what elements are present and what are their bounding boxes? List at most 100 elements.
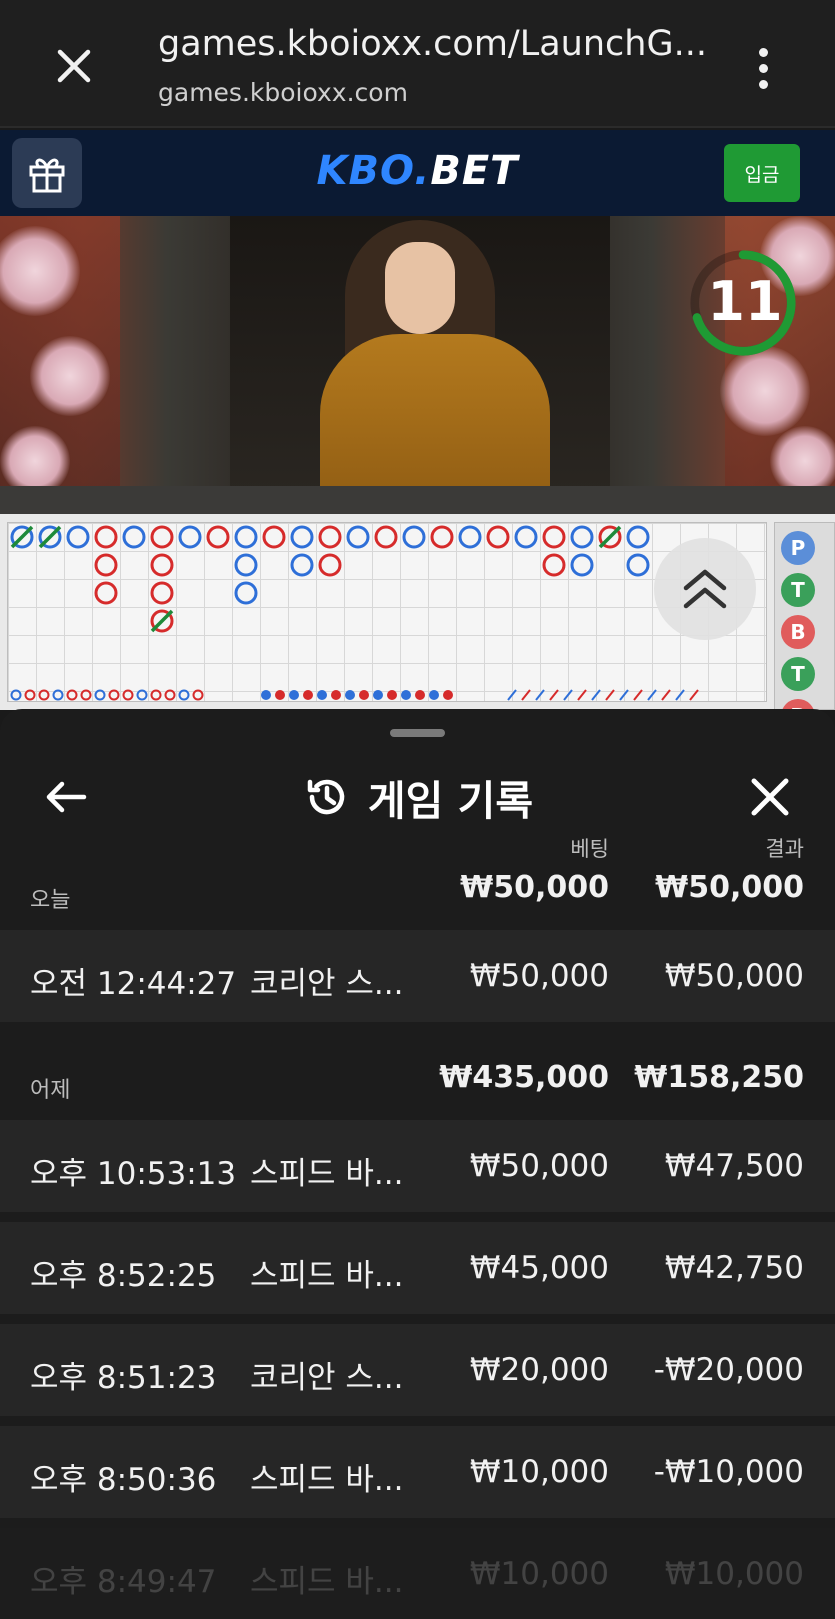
- road-bead: [94, 553, 118, 577]
- derived-road-mark: [164, 689, 176, 701]
- row-time: 오전 12:44:27: [30, 966, 237, 1002]
- road-bead: [346, 525, 370, 549]
- row-result: ₩50,000: [664, 958, 804, 994]
- derived-road-mark: [192, 689, 204, 701]
- history-row[interactable]: 오후 8:49:47 스피드 바... ₩10,000 ₩10,000: [0, 1528, 835, 1619]
- road-bead: [150, 525, 174, 549]
- derived-road-mark: [94, 689, 106, 701]
- history-row[interactable]: 오후 10:53:13 스피드 바... ₩50,000 ₩47,500: [0, 1120, 835, 1212]
- road-bead: [66, 525, 90, 549]
- road-bead: [458, 525, 482, 549]
- prediction-column: P T B T B: [774, 522, 835, 710]
- derived-road-mark: [563, 689, 573, 701]
- history-row[interactable]: 오후 8:50:36 스피드 바... ₩10,000 -₩10,000: [0, 1426, 835, 1518]
- derived-road-mark: [150, 689, 162, 701]
- derived-road-mark: [429, 690, 439, 700]
- history-row[interactable]: 오후 8:52:25 스피드 바... ₩45,000 ₩42,750: [0, 1222, 835, 1314]
- derived-road-mark: [261, 690, 271, 700]
- derived-road-mark: [619, 689, 629, 701]
- derived-road-mark: [507, 689, 517, 701]
- group-header-today: 오늘 ₩50,000 ₩50,000: [0, 864, 835, 920]
- row-result: ₩47,500: [664, 1148, 804, 1184]
- big-road-grid: [7, 522, 767, 702]
- derived-road-mark: [521, 689, 531, 701]
- group-label: 어제: [30, 1078, 71, 1103]
- expand-roadmap-button[interactable]: [654, 538, 756, 640]
- double-chevron-up-icon: [683, 569, 727, 609]
- row-bet: ₩10,000: [469, 1556, 609, 1592]
- browser-url[interactable]: games.kboioxx.com/LaunchG...: [158, 24, 707, 64]
- row-game: 스피드 바...: [250, 1462, 404, 1498]
- road-bead: [430, 525, 454, 549]
- road-bead: [626, 553, 650, 577]
- road-bead: [570, 553, 594, 577]
- column-header-result: 결과: [765, 837, 804, 861]
- row-bet: ₩45,000: [469, 1250, 609, 1286]
- sheet-drag-handle[interactable]: [390, 729, 445, 737]
- row-time: 오후 10:53:13: [30, 1156, 237, 1192]
- derived-road-mark: [387, 690, 397, 700]
- countdown-timer: 11: [707, 270, 783, 333]
- derived-road-mark: [24, 689, 36, 701]
- road-bead: [542, 553, 566, 577]
- side-tag-tie: T: [781, 657, 815, 691]
- derived-road-mark: [661, 689, 671, 701]
- row-game: 스피드 바...: [250, 1258, 404, 1294]
- derived-road-mark: [66, 689, 78, 701]
- road-bead: [94, 581, 118, 605]
- column-header-bet: 베팅: [570, 837, 609, 861]
- history-row[interactable]: 오전 12:44:27 코리안 스... ₩50,000 ₩50,000: [0, 930, 835, 1022]
- more-menu-icon[interactable]: [748, 40, 778, 96]
- road-bead: [374, 525, 398, 549]
- derived-road-mark: [689, 689, 699, 701]
- sheet-title: 게임 기록: [367, 777, 534, 825]
- group-result-total: ₩50,000: [655, 870, 804, 905]
- row-time: 오후 8:51:23: [30, 1360, 217, 1396]
- road-bead: [290, 525, 314, 549]
- derived-road-mark: [80, 689, 92, 701]
- row-time: 오후 8:52:25: [30, 1258, 217, 1294]
- road-bead: [486, 525, 510, 549]
- site-header: KBO.BET 입금: [0, 130, 835, 216]
- close-icon[interactable]: [48, 40, 100, 92]
- road-bead: [206, 525, 230, 549]
- derived-road-mark: [108, 689, 120, 701]
- derived-road-mark: [401, 690, 411, 700]
- close-icon[interactable]: [742, 769, 798, 825]
- history-icon: [307, 779, 345, 815]
- game-history-sheet: 게임 기록 베팅 결과 오늘 ₩50,000 ₩50,000 오전 12:44:…: [0, 709, 835, 1619]
- row-result: -₩20,000: [653, 1352, 804, 1388]
- derived-road-mark: [675, 689, 685, 701]
- derived-road-mark: [577, 689, 587, 701]
- road-bead: [234, 553, 258, 577]
- deposit-button[interactable]: 입금: [724, 144, 800, 202]
- road-bead: [318, 525, 342, 549]
- derived-road-mark: [178, 689, 190, 701]
- derived-road-mark: [331, 690, 341, 700]
- road-bead: [262, 525, 286, 549]
- road-bead: [178, 525, 202, 549]
- group-header-yesterday: 어제 ₩435,000 ₩158,250: [0, 1054, 835, 1110]
- derived-road-mark: [275, 690, 285, 700]
- road-bead: [150, 553, 174, 577]
- browser-toolbar: games.kboioxx.com/LaunchG... games.kboio…: [0, 0, 835, 128]
- derived-road-mark: [317, 690, 327, 700]
- road-bead: [570, 525, 594, 549]
- road-bead: [234, 581, 258, 605]
- row-time: 오후 8:50:36: [30, 1462, 217, 1498]
- history-row[interactable]: 오후 8:51:23 코리안 스... ₩20,000 -₩20,000: [0, 1324, 835, 1416]
- side-tag-banker: B: [781, 615, 815, 649]
- derived-road-mark: [289, 690, 299, 700]
- derived-road-mark: [303, 690, 313, 700]
- row-bet: ₩50,000: [469, 958, 609, 994]
- road-bead: [626, 525, 650, 549]
- road-bead: [514, 525, 538, 549]
- road-bead: [290, 553, 314, 577]
- row-result: -₩10,000: [653, 1454, 804, 1490]
- derived-road-mark: [535, 689, 545, 701]
- derived-road-mark: [10, 689, 22, 701]
- road-bead: [402, 525, 426, 549]
- derived-road-mark: [549, 689, 559, 701]
- road-bead: [150, 581, 174, 605]
- derived-road-mark: [415, 690, 425, 700]
